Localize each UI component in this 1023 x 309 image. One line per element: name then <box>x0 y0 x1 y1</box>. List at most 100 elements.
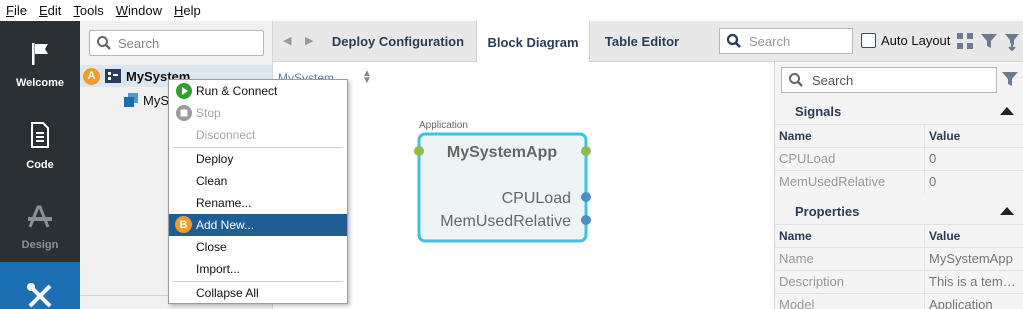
signal-name: MemUsedRelative <box>775 171 925 193</box>
download-filter-icon[interactable] <box>1002 31 1022 51</box>
tab-label: Block Diagram <box>487 34 579 50</box>
input-port[interactable] <box>414 146 424 156</box>
menu-item-label: Stop <box>196 106 221 120</box>
table-row[interactable]: CPULoad 0 <box>775 147 1023 170</box>
flag-icon <box>32 43 48 65</box>
diagram-search-input[interactable]: Search <box>719 28 853 54</box>
rail-item-deploy[interactable] <box>0 262 80 309</box>
menu-item-label: Add New... <box>196 218 255 232</box>
menu-item-rename[interactable]: Rename... <box>169 192 347 214</box>
table-row[interactable]: Model Application <box>775 293 1023 309</box>
menu-item-stop[interactable]: Stop <box>169 102 347 124</box>
signals-section-header[interactable]: Signals <box>775 99 1023 124</box>
table-row[interactable]: Name MySystemApp <box>775 247 1023 270</box>
section-title: Signals <box>795 104 842 119</box>
signal-name: CPULoad <box>775 148 925 170</box>
menu-file[interactable]: File <box>6 3 27 18</box>
menu-item-collapse-all[interactable]: Collapse All <box>169 282 347 304</box>
tree-item-mysystemapp[interactable]: MyS <box>80 89 169 111</box>
rail-label-code: Code <box>26 159 54 171</box>
menu-item-deploy[interactable]: Deploy <box>169 148 347 170</box>
properties-search-input[interactable]: Search <box>781 67 997 93</box>
tab-label: Deploy Configuration <box>331 34 465 49</box>
column-name: Name <box>775 225 925 247</box>
callout-badge-a: A <box>83 67 100 85</box>
menu-item-label: Collapse All <box>196 286 259 300</box>
property-name: Model <box>775 294 925 309</box>
property-name: Description <box>775 271 925 293</box>
menu-item-label: Run & Connect <box>196 84 278 98</box>
filter-icon[interactable] <box>1001 70 1019 88</box>
table-row[interactable]: MemUsedRelative 0 <box>775 170 1023 193</box>
properties-table-header: Name Value <box>775 224 1023 247</box>
menu-window[interactable]: Window <box>116 3 162 18</box>
fit-view-icon[interactable] <box>955 31 975 51</box>
properties-search-placeholder: Search <box>812 72 854 88</box>
block-title: MySystemApp <box>447 144 557 161</box>
tree-item-label: MyS <box>143 92 169 108</box>
column-value: Value <box>929 229 961 243</box>
section-title: Properties <box>795 204 860 219</box>
diagram-search-placeholder: Search <box>749 33 791 49</box>
explorer-search-input[interactable]: Search <box>89 30 264 56</box>
auto-layout-checkbox[interactable] <box>861 33 876 48</box>
tab-label: Table Editor <box>604 34 680 49</box>
table-row[interactable]: Description This is a tem… <box>775 270 1023 293</box>
menu-item-disconnect[interactable]: Disconnect <box>169 124 347 146</box>
property-value: MySystemApp <box>929 251 1013 266</box>
output-port[interactable] <box>581 146 591 156</box>
property-value: Application <box>929 297 993 309</box>
properties-panel: Search Signals Name Value CPULoad 0 MemU… <box>774 62 1023 309</box>
menu-tools[interactable]: Tools <box>73 3 103 18</box>
signal-value: 0 <box>929 151 937 166</box>
rail-label-welcome: Welcome <box>15 77 65 89</box>
tools-icon <box>27 283 52 308</box>
document-icon <box>31 122 49 148</box>
collapse-icon[interactable] <box>1000 107 1014 115</box>
rail-item-code[interactable]: Code <box>0 121 80 171</box>
properties-section-header[interactable]: Properties <box>775 199 1023 224</box>
collapse-icon[interactable] <box>1000 207 1014 215</box>
auto-layout-label: Auto Layout <box>881 33 951 48</box>
menu-edit[interactable]: Edit <box>39 3 61 18</box>
menu-item-add-new[interactable]: B Add New... <box>169 214 347 236</box>
property-value: This is a tem… <box>929 274 1016 289</box>
search-icon <box>97 36 111 50</box>
search-icon <box>726 33 741 48</box>
rail-item-design[interactable]: Design <box>0 203 80 251</box>
nav-back-icon[interactable]: ◀ <box>283 34 291 47</box>
system-icon <box>105 69 121 83</box>
menu-bar: File Edit Tools Window Help <box>0 0 1023 21</box>
rail-item-welcome[interactable]: Welcome <box>0 41 80 89</box>
search-icon <box>789 73 803 87</box>
editor-toolbar: ◀ ▶ Deploy Configuration Block Diagram T… <box>273 21 1023 63</box>
column-value: Value <box>929 129 961 143</box>
tab-deploy-configuration[interactable]: Deploy Configuration <box>325 21 471 62</box>
application-icon <box>124 93 138 107</box>
tab-table-editor[interactable]: Table Editor <box>593 21 691 62</box>
menu-item-label: Deploy <box>196 152 234 166</box>
activity-rail: Welcome Code Design <box>0 21 80 309</box>
block-diagram-canvas[interactable]: MySystem ▲ ▼ Application MySystemApp CPUL… <box>273 62 774 309</box>
tab-block-diagram[interactable]: Block Diagram <box>476 21 590 63</box>
filter-icon[interactable] <box>979 31 999 51</box>
stop-icon <box>176 105 192 121</box>
signals-table-header: Name Value <box>775 124 1023 147</box>
menu-item-import[interactable]: Import... <box>169 258 347 280</box>
block-stereotype: Application <box>419 120 468 131</box>
column-name: Name <box>775 125 925 147</box>
menu-item-clean[interactable]: Clean <box>169 170 347 192</box>
signal-value: 0 <box>929 174 937 189</box>
nav-forward-icon[interactable]: ▶ <box>305 34 313 47</box>
menu-help[interactable]: Help <box>174 3 201 18</box>
design-tools-icon <box>28 205 52 228</box>
menu-item-label: Disconnect <box>196 128 256 142</box>
callout-badge-b: B <box>175 216 192 233</box>
signal-port-memusedrelative[interactable] <box>581 215 591 225</box>
menu-item-label: Import... <box>196 262 241 276</box>
menu-item-close[interactable]: Close <box>169 236 347 258</box>
menu-item-run-connect[interactable]: Run & Connect <box>169 80 347 102</box>
signal-port-cpuload[interactable] <box>581 192 591 202</box>
port-label-cpuload: CPULoad <box>502 190 571 207</box>
menu-item-label: Rename... <box>196 196 252 210</box>
